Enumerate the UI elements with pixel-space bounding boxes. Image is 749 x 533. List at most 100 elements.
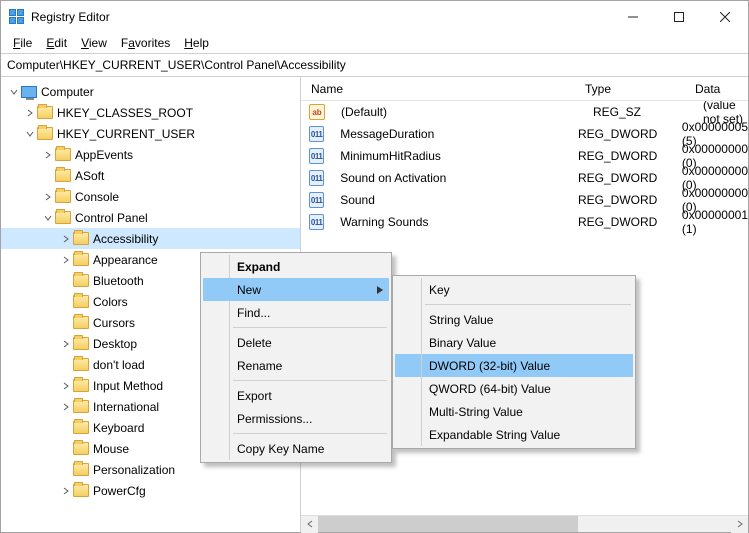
value-name: Sound	[330, 193, 574, 207]
tree-powercfg[interactable]: PowerCfg	[1, 480, 300, 501]
tree-label: Appearance	[93, 253, 166, 267]
list-header: Name Type Data	[301, 77, 748, 101]
tree-console[interactable]: Console	[1, 186, 300, 207]
ctx-export[interactable]: Export	[203, 384, 389, 407]
context-menu[interactable]: Expand New Find... Delete Rename Export …	[200, 252, 392, 463]
scroll-track[interactable]	[318, 516, 731, 532]
ctx-new-dword[interactable]: DWORD (32-bit) Value	[395, 354, 633, 377]
ctx-label: Permissions...	[237, 412, 312, 426]
submenu-arrow-icon	[377, 283, 383, 297]
value-name: (Default)	[331, 105, 589, 119]
binary-value-icon: 011	[309, 170, 324, 186]
folder-icon	[73, 253, 89, 266]
tree-label: Bluetooth	[93, 274, 152, 288]
tree-label: Keyboard	[93, 421, 152, 435]
ctx-new-expandstring[interactable]: Expandable String Value	[395, 423, 633, 446]
tree-label: don't load	[93, 358, 153, 372]
horizontal-scrollbar[interactable]	[301, 515, 748, 532]
tree-asoft[interactable]: ASoft	[1, 165, 300, 186]
tree-label: Control Panel	[75, 211, 156, 225]
menu-help[interactable]: Help	[178, 34, 215, 52]
minimize-button[interactable]	[610, 1, 656, 32]
tree-hkcu[interactable]: HKEY_CURRENT_USER	[1, 123, 300, 144]
ctx-copy-key-name[interactable]: Copy Key Name	[203, 437, 389, 460]
value-name: Warning Sounds	[330, 215, 574, 229]
value-type: REG_DWORD	[574, 127, 678, 141]
tree-label: Input Method	[93, 379, 171, 393]
ctx-label: Find...	[237, 306, 270, 320]
binary-value-icon: 011	[309, 214, 324, 230]
chevron-right-icon[interactable]	[59, 487, 73, 495]
ctx-label: Copy Key Name	[237, 442, 324, 456]
folder-icon	[55, 169, 71, 182]
ctx-rename[interactable]: Rename	[203, 354, 389, 377]
folder-icon	[73, 442, 89, 455]
close-button[interactable]	[702, 1, 748, 32]
menu-favorites[interactable]: Favorites	[115, 34, 176, 52]
chevron-right-icon[interactable]	[59, 256, 73, 264]
chevron-right-icon[interactable]	[59, 340, 73, 348]
ctx-new-binary[interactable]: Binary Value	[395, 331, 633, 354]
chevron-down-icon[interactable]	[23, 130, 37, 138]
chevron-down-icon[interactable]	[41, 214, 55, 222]
chevron-right-icon[interactable]	[23, 109, 37, 117]
folder-icon	[73, 295, 89, 308]
tree-control-panel[interactable]: Control Panel	[1, 207, 300, 228]
window-controls	[610, 1, 748, 32]
chevron-right-icon[interactable]	[59, 235, 73, 243]
ctx-new-qword[interactable]: QWORD (64-bit) Value	[395, 377, 633, 400]
tree-accessibility[interactable]: Accessibility	[1, 228, 300, 249]
ctx-label: Rename	[237, 359, 282, 373]
list-row[interactable]: 011Warning SoundsREG_DWORD0x00000001 (1)	[301, 211, 748, 233]
tree-root-computer[interactable]: Computer	[1, 81, 300, 102]
ctx-label: Export	[237, 389, 272, 403]
ctx-delete[interactable]: Delete	[203, 331, 389, 354]
tree-label: International	[93, 400, 167, 414]
address-bar[interactable]: Computer\HKEY_CURRENT_USER\Control Panel…	[1, 53, 748, 77]
column-header-name[interactable]: Name	[301, 82, 581, 96]
scroll-thumb[interactable]	[318, 516, 578, 532]
value-name: MessageDuration	[330, 127, 574, 141]
titlebar[interactable]: Registry Editor	[1, 1, 748, 32]
scroll-right-icon[interactable]	[731, 516, 748, 533]
tree-hkcr[interactable]: HKEY_CLASSES_ROOT	[1, 102, 300, 123]
chevron-right-icon[interactable]	[59, 403, 73, 411]
scroll-left-icon[interactable]	[301, 516, 318, 533]
tree-label: HKEY_CLASSES_ROOT	[57, 106, 201, 120]
chevron-right-icon[interactable]	[59, 382, 73, 390]
context-submenu-new[interactable]: Key String Value Binary Value DWORD (32-…	[392, 275, 636, 449]
value-type: REG_DWORD	[574, 215, 678, 229]
folder-icon	[73, 337, 89, 350]
chevron-right-icon[interactable]	[41, 151, 55, 159]
ctx-permissions[interactable]: Permissions...	[203, 407, 389, 430]
ctx-new-string[interactable]: String Value	[395, 308, 633, 331]
ctx-find[interactable]: Find...	[203, 301, 389, 324]
string-value-icon: ab	[309, 104, 325, 120]
ctx-new-key[interactable]: Key	[395, 278, 633, 301]
ctx-label: Binary Value	[429, 336, 496, 350]
tree-appevents[interactable]: AppEvents	[1, 144, 300, 165]
folder-icon	[73, 316, 89, 329]
regedit-icon	[9, 9, 25, 25]
binary-value-icon: 011	[309, 148, 324, 164]
folder-icon	[73, 358, 89, 371]
column-header-type[interactable]: Type	[581, 82, 691, 96]
tree-label: PowerCfg	[93, 484, 154, 498]
ctx-separator	[233, 380, 387, 381]
tree-label: Console	[75, 190, 127, 204]
menubar: File Edit View Favorites Help	[1, 32, 748, 53]
menu-view[interactable]: View	[75, 34, 113, 52]
menu-edit[interactable]: Edit	[40, 34, 73, 52]
folder-icon	[55, 211, 71, 224]
menu-file[interactable]: File	[7, 34, 38, 52]
ctx-new-multistring[interactable]: Multi-String Value	[395, 400, 633, 423]
folder-icon	[73, 421, 89, 434]
maximize-button[interactable]	[656, 1, 702, 32]
ctx-new[interactable]: New	[203, 278, 389, 301]
chevron-right-icon[interactable]	[41, 193, 55, 201]
computer-icon	[21, 86, 37, 98]
column-header-data[interactable]: Data	[691, 82, 748, 96]
ctx-expand[interactable]: Expand	[203, 255, 389, 278]
ctx-label: Delete	[237, 336, 272, 350]
chevron-down-icon[interactable]	[7, 88, 21, 96]
